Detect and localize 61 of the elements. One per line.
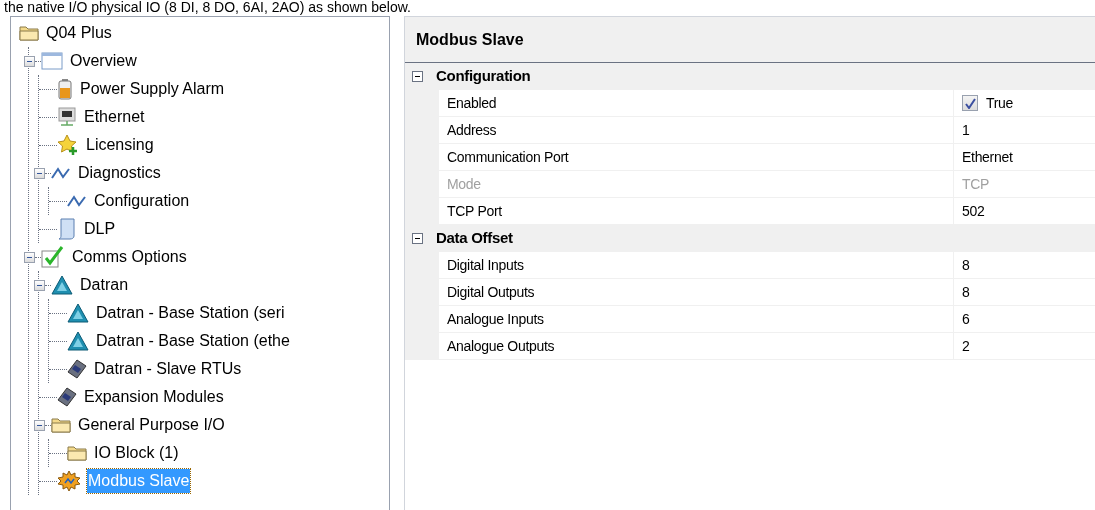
checkbox[interactable]: [962, 95, 978, 111]
property-value[interactable]: 2: [962, 335, 970, 357]
gear-icon: [57, 470, 81, 492]
triangle-icon: [67, 331, 89, 351]
property-name: Communication Port: [439, 144, 954, 171]
module-icon: [67, 359, 87, 379]
battery-icon: [57, 78, 73, 100]
category-title: Data Offset: [436, 228, 513, 249]
caption: the native I/O physical IO (8 DI, 8 DO, 6AI, 2AO) as shown below.: [3, 0, 412, 16]
tree-item[interactable]: Datran - Slave RTUs: [93, 357, 243, 381]
property-value[interactable]: True: [986, 92, 1014, 114]
checkmark-icon: [41, 246, 65, 268]
property-name: Digital Outputs: [439, 279, 954, 306]
collapse-toggle[interactable]: [34, 419, 45, 431]
folder-icon: [67, 444, 87, 462]
tree-item[interactable]: Datran: [79, 273, 130, 297]
property-value[interactable]: 1: [962, 119, 970, 141]
property-value[interactable]: 8: [962, 281, 970, 303]
wave-icon: [51, 166, 71, 180]
folder-icon: [19, 24, 39, 42]
collapse-toggle[interactable]: [34, 279, 45, 291]
tree-item[interactable]: Overview: [69, 49, 138, 73]
module-icon: [57, 387, 77, 407]
document-icon: [57, 218, 77, 240]
tree-item[interactable]: Datran - Base Station (ethe: [95, 329, 291, 353]
network-port-icon: [57, 107, 77, 127]
property-name: Analogue Outputs: [439, 333, 954, 360]
property-value[interactable]: 6: [962, 308, 970, 330]
property-value[interactable]: 8: [962, 254, 970, 276]
tree-item[interactable]: Configuration: [93, 189, 191, 213]
tree-item[interactable]: Datran - Base Station (seri: [95, 301, 286, 325]
tree-item[interactable]: Diagnostics: [77, 161, 162, 185]
tree-item[interactable]: Power Supply Alarm: [79, 77, 226, 101]
tree-item[interactable]: Ethernet: [83, 105, 146, 129]
category-title: Configuration: [436, 66, 531, 87]
tree-item[interactable]: Expansion Modules: [83, 385, 225, 409]
collapse-toggle[interactable]: [34, 167, 45, 179]
property-name: Mode: [439, 171, 954, 198]
triangle-icon: [51, 275, 73, 295]
collapse-toggle[interactable]: [24, 251, 35, 263]
tree-item[interactable]: Comms Options: [71, 245, 188, 269]
star-icon: [57, 134, 79, 156]
window-icon: [41, 52, 63, 70]
property-name: Enabled: [439, 90, 954, 117]
tree-item[interactable]: General Purpose I/O: [77, 413, 226, 437]
tree-item[interactable]: DLP: [83, 217, 117, 241]
property-name: Address: [439, 117, 954, 144]
property-name: TCP Port: [439, 198, 954, 225]
collapse-toggle[interactable]: [24, 55, 35, 67]
panel-title: Modbus Slave: [416, 29, 524, 50]
property-value[interactable]: 502: [962, 200, 985, 222]
tree-item[interactable]: Licensing: [85, 133, 155, 157]
folder-icon: [51, 416, 71, 434]
wave-icon: [67, 194, 87, 208]
property-name: Analogue Inputs: [439, 306, 954, 333]
collapse-toggle[interactable]: [412, 71, 423, 82]
collapse-toggle[interactable]: [412, 233, 423, 244]
tree-item[interactable]: IO Block (1): [93, 441, 180, 465]
property-name: Digital Inputs: [439, 252, 954, 279]
tree-item[interactable]: Q04 Plus: [45, 21, 113, 45]
triangle-icon: [67, 303, 89, 323]
